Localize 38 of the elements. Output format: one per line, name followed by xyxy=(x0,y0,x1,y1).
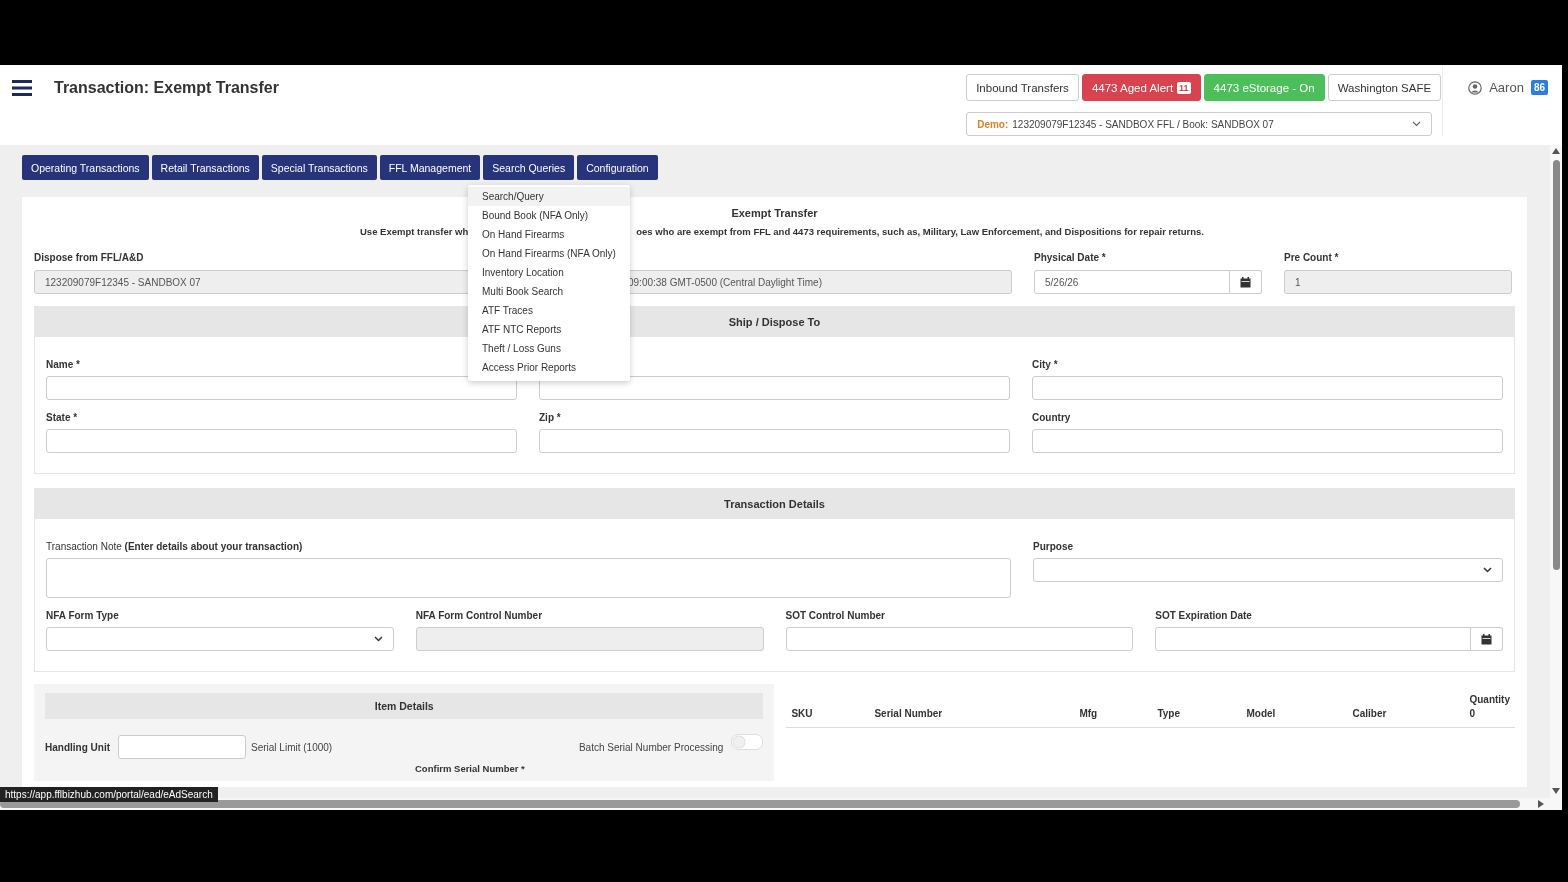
field-label: NFA Form Control Number xyxy=(415,610,543,623)
quantity-total: 0 xyxy=(1469,708,1476,719)
serial-limit-text: Serial Limit (1000) xyxy=(251,741,333,753)
description-text: oes who are exempt from FFL and 4473 requirements, such as, Military, Law Enforcement, and Dispositions for repair returns. xyxy=(636,226,1204,239)
section-header: Transaction Details xyxy=(34,488,1515,519)
column-header: Serial Number xyxy=(874,708,944,719)
column-header: SKU xyxy=(791,708,814,719)
field-label: Physical Date * xyxy=(1034,252,1106,265)
field-label: State * xyxy=(46,412,78,425)
field-label: Dispose from FFL/A&D xyxy=(34,252,144,265)
field-label: SOT Expiration Date xyxy=(1155,610,1252,623)
field-label: City * xyxy=(1032,359,1058,372)
toggle-label: Batch Serial Number Processing xyxy=(578,741,724,753)
field-label: Handling Unit xyxy=(45,741,110,753)
field-label: NFA Form Type xyxy=(46,610,119,623)
field-label: Pre Count * xyxy=(1284,252,1339,265)
form-title: Exempt Transfer xyxy=(731,207,818,221)
field-label: Country xyxy=(1032,412,1071,425)
field-label: SOT Control Number xyxy=(785,610,885,623)
column-header: Type xyxy=(1157,708,1182,719)
column-header: Quantity xyxy=(1469,694,1510,705)
field-label: Purpose xyxy=(1033,541,1073,554)
column-header: Caliber xyxy=(1352,708,1388,719)
field-label: Confirm Serial Number * xyxy=(415,763,525,776)
field-label: Name * xyxy=(46,359,80,372)
demo-label: Demo: xyxy=(977,118,1009,130)
book-value: 123209079F12345 - SANDBOX FFL / Book: SANDBOX 07 xyxy=(1012,118,1275,130)
section-header: Item Details xyxy=(45,693,764,719)
readonly-field: 1 xyxy=(1284,270,1512,294)
field-label: Zip * xyxy=(539,412,561,425)
column-header: Model xyxy=(1246,708,1277,719)
page-title: Transaction: Exempt Transfer xyxy=(54,79,279,97)
count-badge: 11 xyxy=(1177,81,1191,94)
column-header: Mfg xyxy=(1079,708,1099,719)
status-url: https://app.fflbizhub.com/portal/ead/eAdSearch xyxy=(0,787,218,802)
field-label: Transaction Note (Enter details about your transaction) xyxy=(46,541,303,554)
user-badge: 86 xyxy=(1530,80,1548,95)
description-text: Use Exempt transfer wh xyxy=(360,226,469,239)
